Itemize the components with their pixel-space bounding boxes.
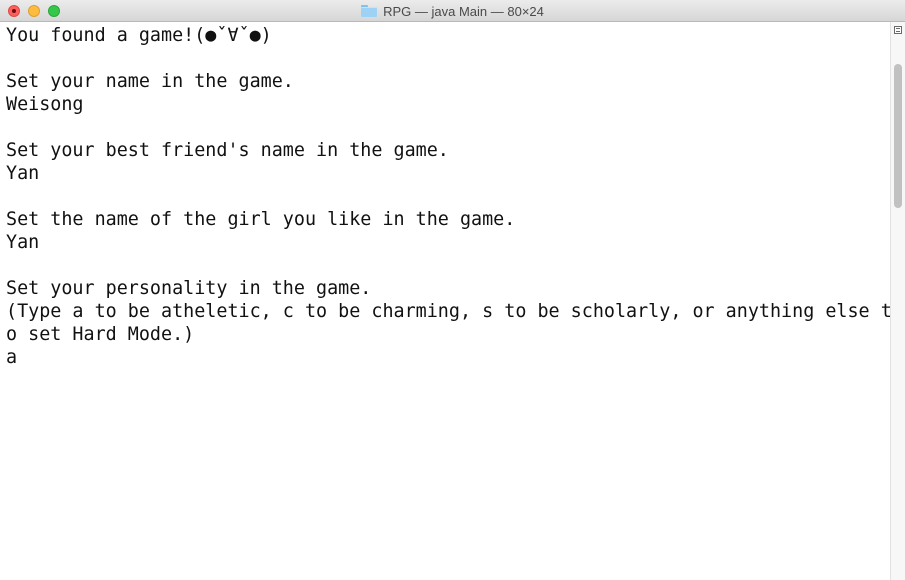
- terminal-line: o set Hard Mode.): [6, 324, 195, 345]
- terminal-window: RPG — java Main — 80×24 You found a game…: [0, 0, 905, 580]
- vertical-scrollbar[interactable]: [890, 22, 905, 580]
- terminal-line: Yan: [6, 163, 40, 184]
- terminal-output[interactable]: You found a game!(●ˇ∀ˇ●) Set your name i…: [0, 22, 890, 580]
- terminal-line: Set your personality in the game.: [6, 278, 372, 299]
- terminal-line: Set your name in the game.: [6, 71, 294, 92]
- terminal-line: (Type a to be atheletic, c to be charmin…: [6, 301, 890, 322]
- title-container: RPG — java Main — 80×24: [0, 0, 905, 22]
- scrollback-menu-icon[interactable]: [894, 26, 902, 34]
- terminal-line: Weisong: [6, 94, 84, 115]
- window-title: RPG — java Main — 80×24: [383, 3, 544, 19]
- terminal-line: Set your best friend's name in the game.: [6, 140, 449, 161]
- scroll-thumb[interactable]: [894, 64, 902, 208]
- terminal-line: a: [6, 347, 18, 368]
- terminal-line: Yan: [6, 232, 40, 253]
- folder-icon: [361, 5, 378, 17]
- title-bar[interactable]: RPG — java Main — 80×24: [0, 0, 905, 22]
- terminal-line: You found a game!(●ˇ∀ˇ●): [6, 25, 272, 46]
- terminal-line: Set the name of the girl you like in the…: [6, 209, 516, 230]
